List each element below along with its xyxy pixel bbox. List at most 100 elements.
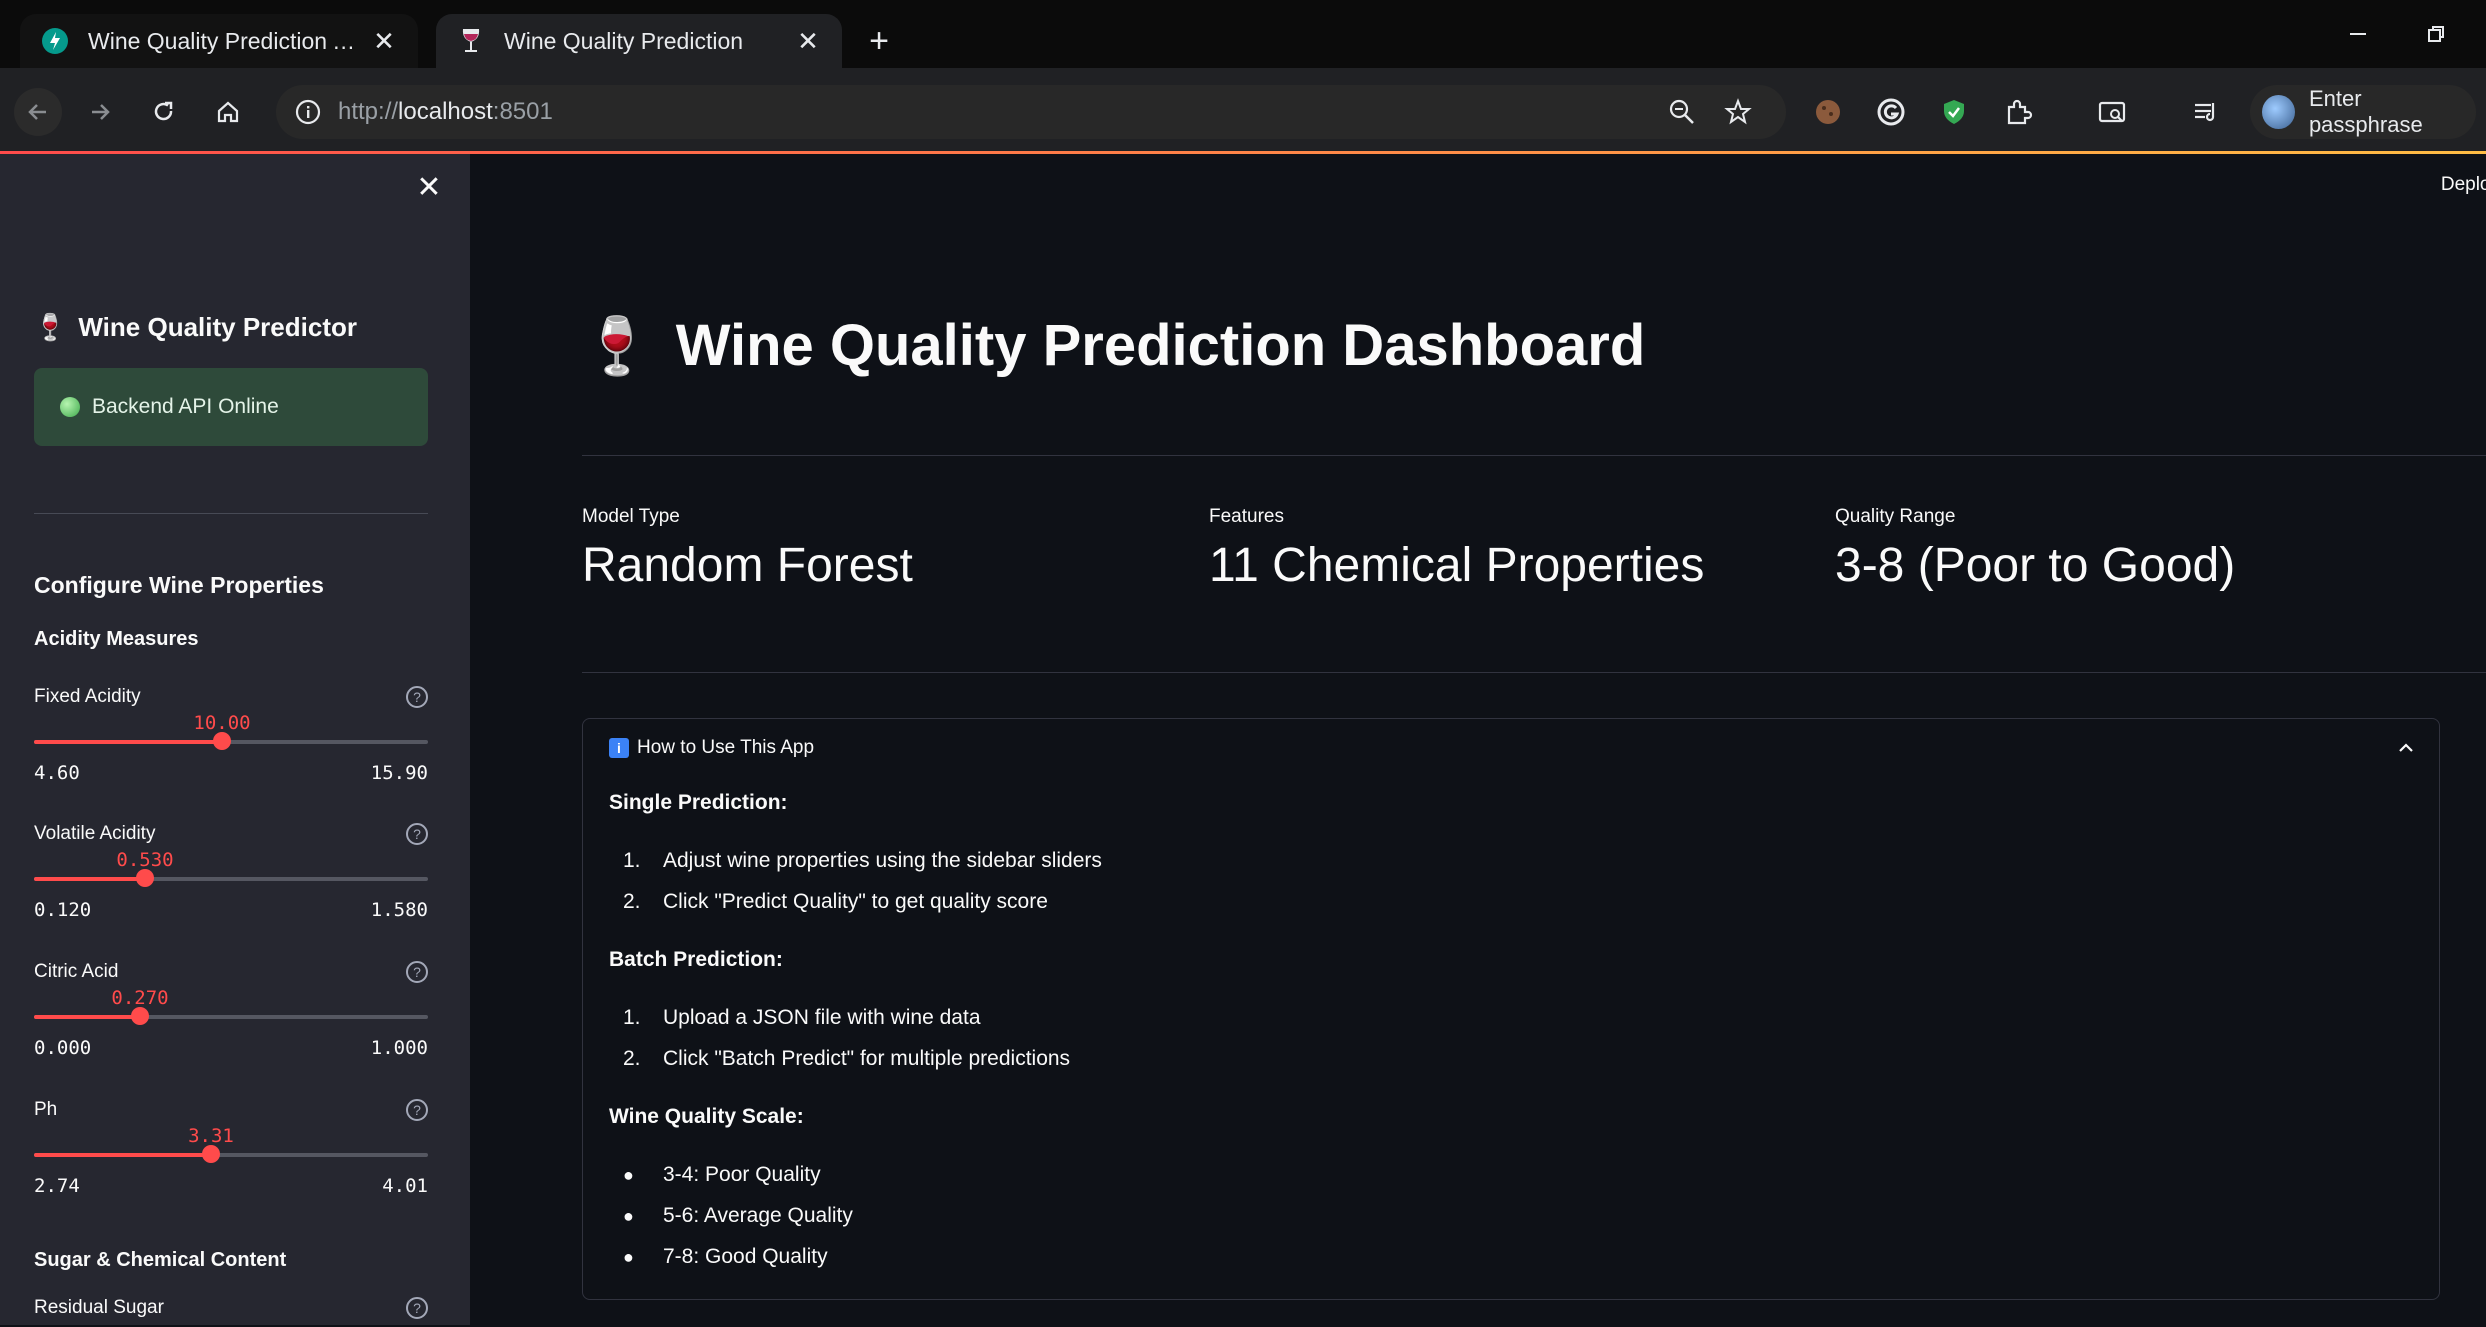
list-item: 1. Upload a JSON file with wine data (623, 1006, 981, 1029)
sidebar: ✕ 🍷 Wine Quality Predictor Backend API O… (0, 154, 470, 1325)
close-icon[interactable]: ✕ (794, 26, 822, 56)
divider (582, 672, 2486, 673)
list-item: 2. Click "Batch Predict" for multiple pre… (623, 1047, 1071, 1070)
browser-toolbar: http://localhost:8501 Enter passphrase (0, 68, 2486, 154)
reload-icon[interactable] (140, 88, 188, 136)
slider-fill (34, 1015, 140, 1019)
slider-max: 1.580 (370, 899, 428, 921)
tab-swagger-docs[interactable]: Wine Quality Prediction API - Sw ✕ (20, 14, 418, 68)
tab-search-icon[interactable] (2090, 90, 2134, 134)
main-content: Deploy 🍷 Wine Quality Prediction Dashboa… (470, 154, 2486, 1325)
slider-max: 1.000 (370, 1037, 428, 1059)
list-item: ● 7-8: Good Quality (623, 1245, 828, 1268)
metric-model-type: Model Type Random Forest (582, 506, 913, 593)
green-circle-icon (60, 397, 80, 417)
list-item: ● 5-6: Average Quality (623, 1204, 853, 1227)
slider-fill (34, 740, 222, 744)
metric-label: Model Type (582, 506, 680, 527)
slider-value: 3.31 (188, 1125, 234, 1147)
api-status-text: Backend API Online (92, 395, 279, 418)
sugar-chemical-heading: Sugar & Chemical Content (34, 1249, 287, 1271)
profile-button[interactable]: Enter passphrase (2250, 85, 2476, 139)
slider-value: 10.00 (193, 712, 251, 734)
slider-label: Citric Acid (34, 961, 119, 982)
list-item: ● 3-4: Poor Quality (623, 1163, 821, 1186)
home-icon[interactable] (204, 88, 252, 136)
list-item: 2. Click "Predict Quality" to get quality… (623, 890, 1048, 913)
grammarly-icon[interactable] (1869, 90, 1913, 134)
slider-min: 0.120 (34, 899, 92, 921)
chevron-up-icon[interactable] (2395, 737, 2417, 765)
batch-prediction-heading: Batch Prediction: (609, 948, 783, 971)
media-queue-icon[interactable] (2184, 90, 2228, 134)
zoom-icon[interactable] (1668, 98, 1696, 131)
sidebar-title: 🍷 Wine Quality Predictor (34, 312, 357, 343)
metric-label: Quality Range (1835, 506, 1956, 527)
help-icon[interactable]: ? (406, 686, 428, 708)
slider-thumb[interactable] (131, 1007, 149, 1025)
forward-arrow-icon[interactable] (76, 88, 124, 136)
slider-min: 4.60 (34, 762, 80, 784)
volatile-acidity-slider[interactable]: Volatile Acidity ? 0.530 0.120 1.580 (34, 823, 428, 953)
url-text: http://localhost:8501 (338, 98, 553, 125)
metric-label: Features (1209, 506, 1284, 527)
info-icon: i (609, 738, 629, 758)
close-sidebar-icon[interactable]: ✕ (414, 171, 444, 204)
tab-wine-quality[interactable]: Wine Quality Prediction ✕ (436, 14, 842, 68)
list-item: 1. Adjust wine properties using the sideb… (623, 849, 1102, 872)
help-icon[interactable]: ? (406, 961, 428, 983)
slider-fill (34, 1153, 211, 1157)
deploy-button[interactable]: Deploy (2441, 174, 2486, 196)
slider-min: 0.000 (34, 1037, 92, 1059)
slider-fill (34, 877, 145, 881)
new-tab-plus-icon[interactable]: + (858, 20, 900, 62)
wine-glass-icon: 🍷 (34, 312, 67, 342)
slider-label: Ph (34, 1099, 58, 1120)
close-icon[interactable]: ✕ (370, 26, 398, 56)
slider-thumb[interactable] (136, 869, 154, 887)
residual-sugar-slider[interactable]: Residual Sugar ? (34, 1297, 428, 1327)
divider (582, 455, 2486, 456)
citric-acid-slider[interactable]: Citric Acid ? 0.270 0.000 1.000 (34, 961, 428, 1091)
fixed-acidity-slider[interactable]: Fixed Acidity ? 10.00 4.60 15.90 (34, 686, 428, 816)
site-info-icon[interactable] (294, 98, 322, 131)
metric-value: Random Forest (582, 539, 913, 592)
single-prediction-heading: Single Prediction: (609, 791, 788, 814)
extensions-puzzle-icon[interactable] (1996, 90, 2040, 134)
ph-slider[interactable]: Ph ? 3.31 2.74 4.01 (34, 1099, 428, 1229)
slider-min: 2.74 (34, 1175, 80, 1197)
configure-heading: Configure Wine Properties (34, 572, 324, 598)
shield-icon[interactable] (1932, 90, 1976, 134)
quality-scale-heading: Wine Quality Scale: (609, 1105, 804, 1128)
page-title-text: Wine Quality Prediction Dashboard (675, 313, 1646, 378)
tab-title: Wine Quality Prediction (504, 27, 744, 54)
tab-title: Wine Quality Prediction API - Sw (88, 27, 370, 54)
help-icon[interactable]: ? (406, 1099, 428, 1121)
slider-label: Volatile Acidity (34, 823, 156, 844)
slider-thumb[interactable] (202, 1145, 220, 1163)
address-bar[interactable]: http://localhost:8501 (276, 85, 1786, 139)
wine-glass-icon (456, 26, 486, 56)
slider-max: 15.90 (370, 762, 428, 784)
api-status-alert: Backend API Online (34, 368, 428, 446)
wine-glass-icon: 🍷 (582, 313, 652, 377)
minimize-icon[interactable] (2320, 0, 2396, 68)
slider-max: 4.01 (382, 1175, 428, 1197)
bookmark-star-icon[interactable] (1724, 98, 1752, 131)
profile-label: Enter passphrase (2308, 86, 2423, 137)
slider-label: Fixed Acidity (34, 686, 141, 707)
help-icon[interactable]: ? (406, 823, 428, 845)
how-to-use-expander: i How to Use This App Single Prediction:… (582, 718, 2440, 1300)
restore-icon[interactable] (2398, 0, 2474, 68)
help-icon[interactable]: ? (406, 1297, 428, 1319)
back-arrow-icon[interactable] (14, 88, 62, 136)
expander-title: How to Use This App (637, 737, 815, 758)
slider-thumb[interactable] (213, 732, 231, 750)
sidebar-divider (34, 513, 428, 514)
fastapi-icon (40, 26, 70, 56)
extension-cookie-icon[interactable] (1806, 90, 1850, 134)
sidebar-title-text: Wine Quality Predictor (78, 312, 357, 342)
expander-header[interactable]: i How to Use This App (609, 737, 814, 759)
acidity-heading: Acidity Measures (34, 628, 199, 650)
page-title: 🍷 Wine Quality Prediction Dashboard (582, 312, 1645, 379)
